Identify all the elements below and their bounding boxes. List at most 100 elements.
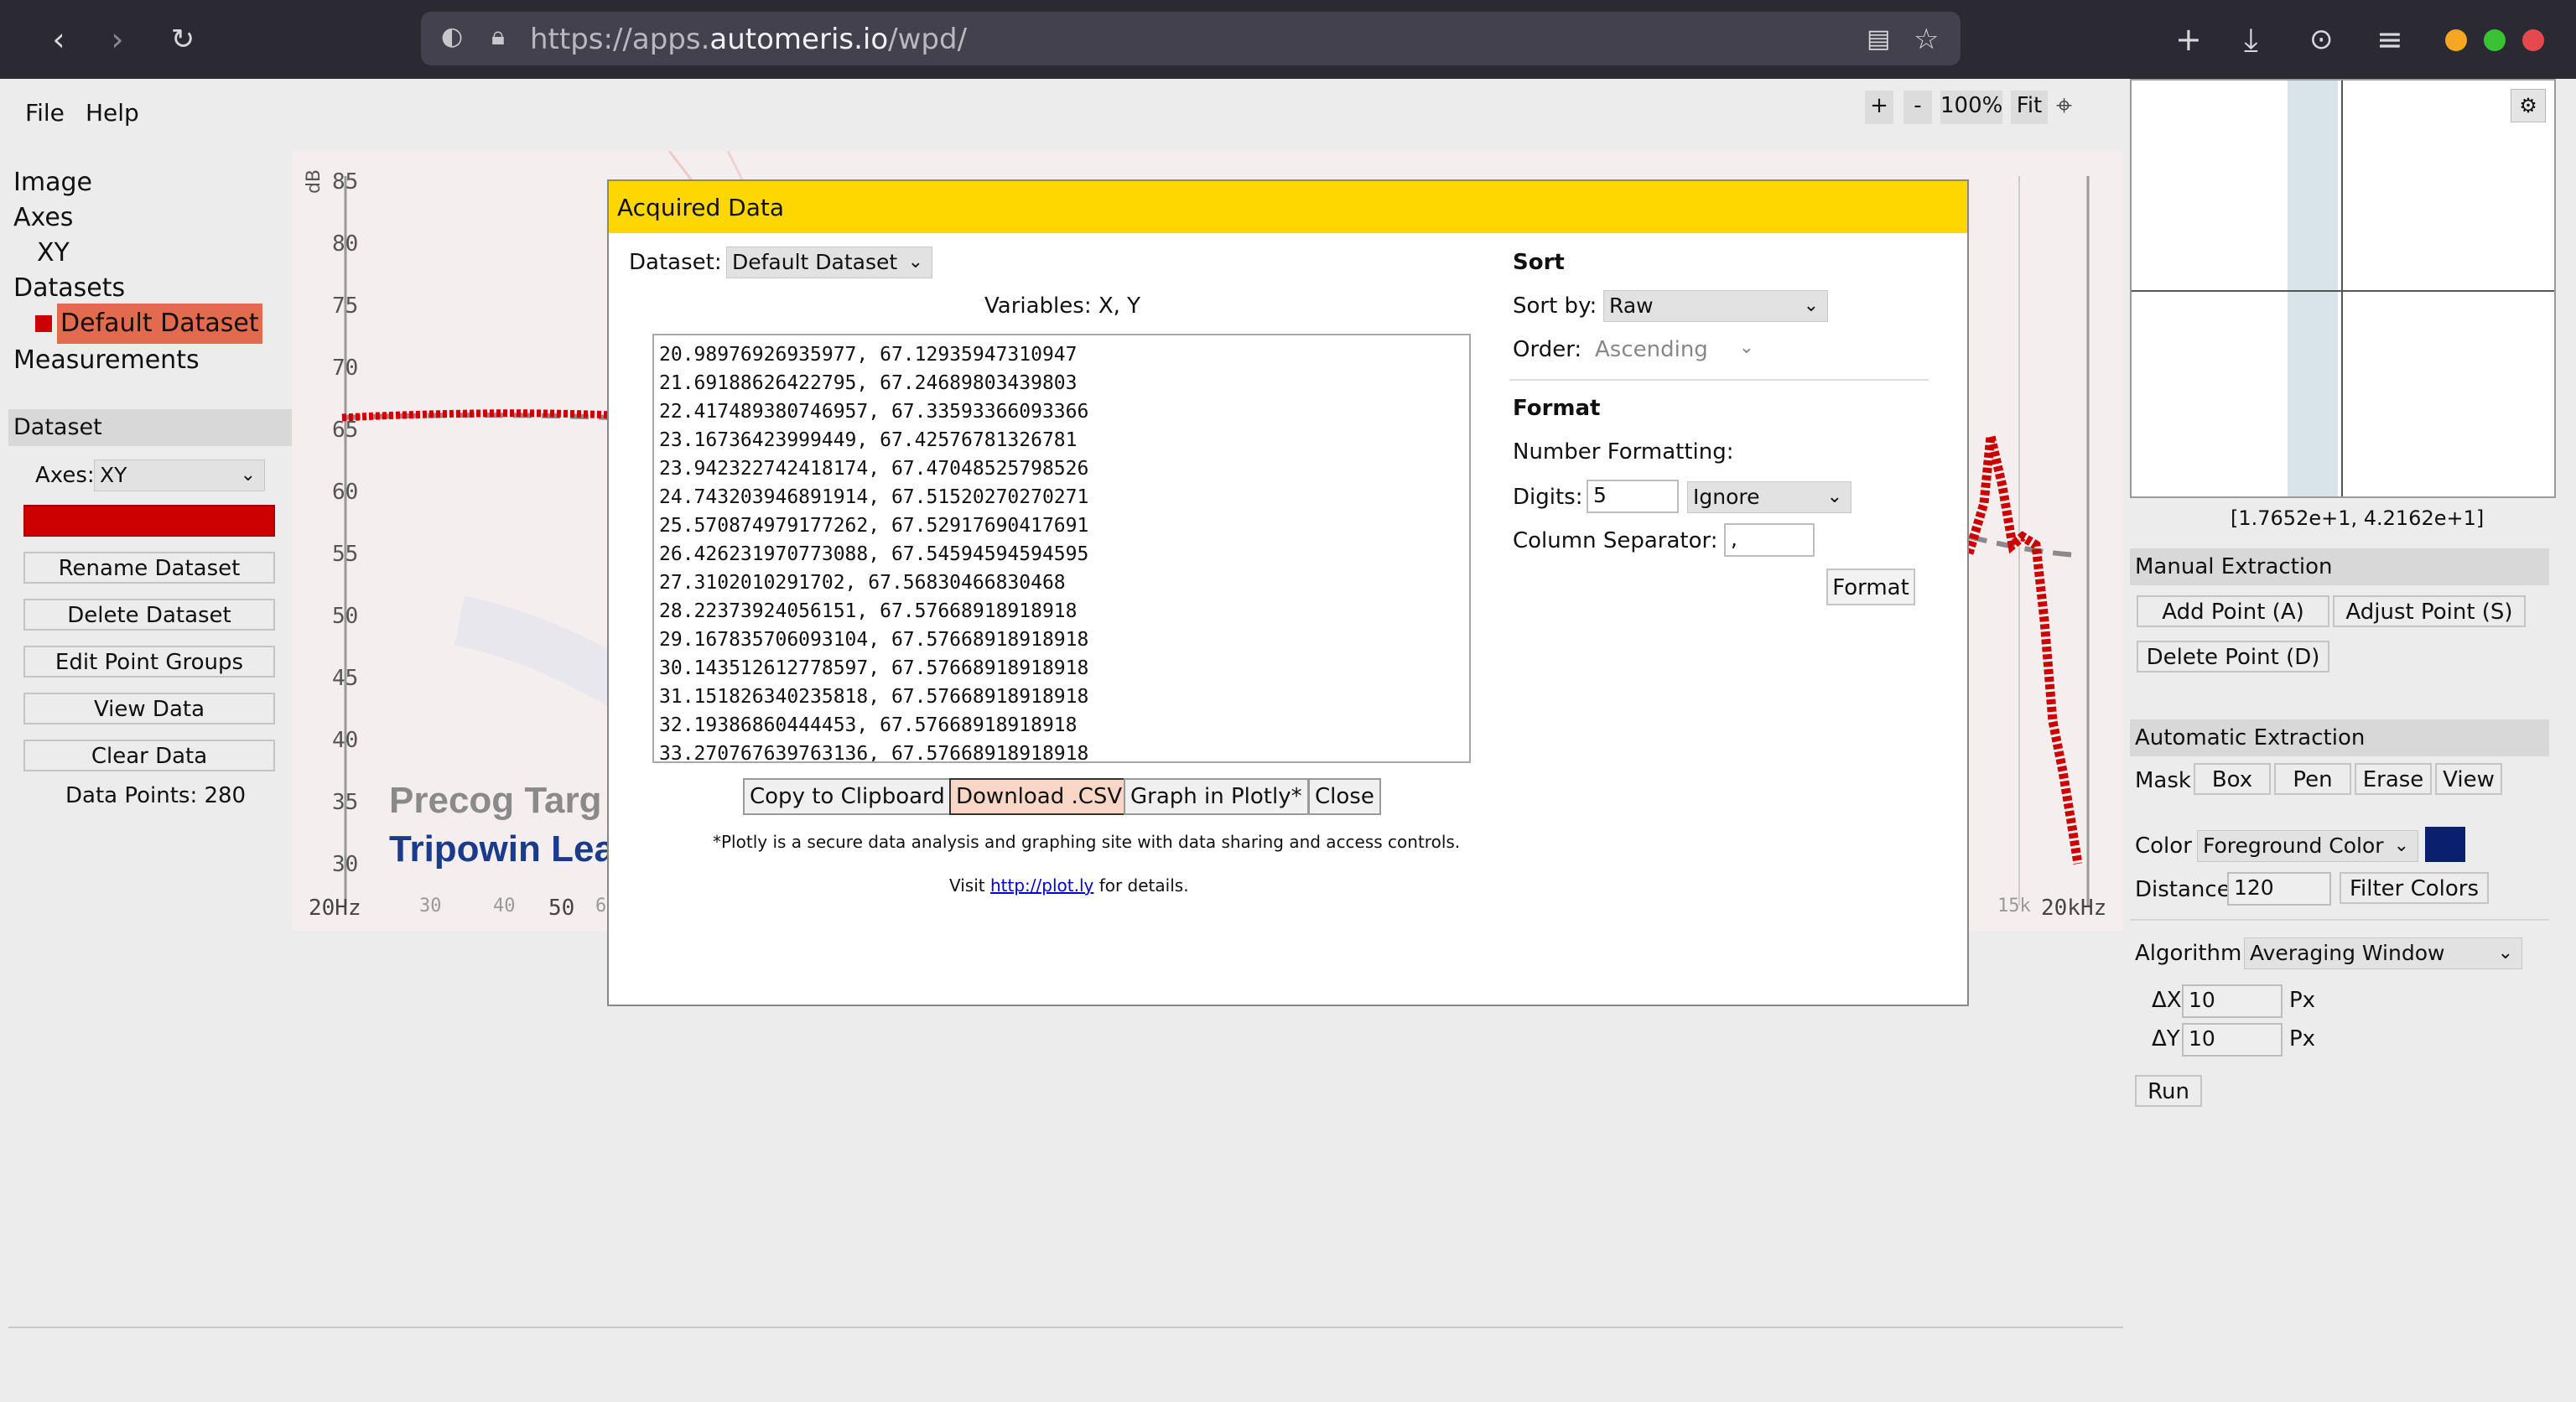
algorithm-select[interactable]: Averaging Window ⌄: [2244, 937, 2522, 969]
x-tick: 15k: [1997, 896, 2031, 916]
mask-pen-button[interactable]: Pen: [2274, 763, 2351, 795]
shield-icon[interactable]: ◐: [441, 22, 463, 51]
clear-data-button[interactable]: Clear Data: [23, 740, 275, 771]
foreground-color-swatch[interactable]: [2425, 827, 2465, 862]
digits-mode-select[interactable]: Ignore ⌄: [1687, 481, 1852, 513]
view-data-button[interactable]: View Data: [23, 693, 275, 724]
dy-unit: Px: [2289, 1026, 2316, 1052]
data-row: 24.743203946891914, 67.51520270270271: [659, 486, 1089, 508]
dataset-select[interactable]: Default Dataset ⌄: [726, 247, 932, 278]
y-tick: 70: [332, 356, 359, 381]
back-icon[interactable]: ‹: [34, 0, 84, 79]
tree-image[interactable]: Image: [13, 168, 92, 197]
zoom-level[interactable]: 100%: [1940, 91, 2002, 124]
run-button[interactable]: Run: [2135, 1075, 2202, 1107]
algorithm-label: Algorithm: [2135, 941, 2242, 966]
y-tick: 80: [332, 231, 359, 257]
crosshair-vertical: [2341, 80, 2343, 496]
reload-icon[interactable]: ↻: [158, 0, 208, 79]
copy-to-clipboard-button[interactable]: Copy to Clipboard: [743, 778, 952, 815]
delete-dataset-button[interactable]: Delete Dataset: [23, 599, 275, 631]
data-points-count: Data Points: 280: [65, 783, 247, 808]
y-tick: 45: [332, 666, 359, 691]
minimize-icon[interactable]: [2445, 29, 2467, 51]
lock-icon[interactable]: 🔒︎: [491, 22, 505, 51]
data-textarea[interactable]: 20.98976926935977, 67.12935947310947 21.…: [652, 334, 1471, 763]
legend-precog: Precog Targ: [389, 780, 602, 821]
x-tick: 6: [595, 896, 607, 916]
dataset-panel-header: Dataset: [8, 409, 295, 446]
y-tick: 50: [332, 604, 359, 629]
download-csv-button[interactable]: Download .CSV: [949, 778, 1130, 815]
order-select[interactable]: Ascending ⌄: [1595, 337, 1754, 362]
mask-label: Mask: [2135, 768, 2191, 793]
tree-measurements[interactable]: Measurements: [13, 345, 200, 375]
new-tab-icon[interactable]: +: [2175, 18, 2202, 60]
menu-help[interactable]: Help: [86, 99, 139, 127]
data-row: 29.167835706093104, 67.57668918918918: [659, 629, 1089, 651]
fit-button[interactable]: Fit: [2011, 91, 2048, 124]
tree-axes-xy[interactable]: XY: [37, 238, 70, 267]
variables-label: Variables: X, Y: [984, 293, 1141, 319]
column-separator-input[interactable]: ,: [1724, 523, 1815, 557]
dx-input[interactable]: 10: [2182, 984, 2283, 1018]
data-row: 23.942322742418174, 67.47048525798526: [659, 458, 1089, 480]
close-window-icon[interactable]: [2522, 29, 2544, 51]
delete-point-button[interactable]: Delete Point (D): [2137, 641, 2329, 672]
digits-input[interactable]: 5: [1587, 480, 1679, 513]
data-row: 21.69188626422795, 67.24689803439803: [659, 372, 1078, 394]
edit-point-groups-button[interactable]: Edit Point Groups: [23, 646, 275, 678]
tree-datasets[interactable]: Datasets: [13, 273, 125, 303]
plotly-link[interactable]: http://plot.ly: [990, 875, 1093, 896]
graph-in-plotly-button[interactable]: Graph in Plotly*: [1124, 778, 1309, 815]
distance-input[interactable]: 120: [2227, 872, 2331, 906]
zoom-preview: ⚙: [2130, 79, 2556, 498]
forward-icon[interactable]: ›: [92, 0, 143, 79]
zoom-in-button[interactable]: +: [1865, 91, 1893, 124]
maximize-icon[interactable]: [2484, 29, 2506, 51]
mask-erase-button[interactable]: Erase: [2355, 763, 2432, 795]
sort-by-select[interactable]: Raw ⌄: [1603, 290, 1828, 322]
chevron-down-icon: ⌄: [1826, 486, 1842, 507]
sort-header: Sort: [1513, 250, 1565, 275]
sort-divider: [1509, 379, 1929, 381]
chevron-down-icon: ⌄: [240, 465, 256, 486]
x-tick: 20Hz: [309, 896, 361, 921]
tree-default-dataset[interactable]: Default Dataset: [57, 304, 262, 344]
extensions-icon[interactable]: ⊙: [2309, 18, 2334, 60]
menu-icon[interactable]: ≡: [2376, 18, 2403, 60]
y-tick: 65: [332, 418, 359, 443]
reader-view-icon[interactable]: ▤: [1867, 18, 1890, 60]
display-color-button[interactable]: Display Color: [23, 505, 275, 537]
dy-label: ΔY: [2152, 1026, 2180, 1052]
menu-file[interactable]: File: [25, 99, 65, 127]
visit-suffix: for details.: [1098, 875, 1189, 896]
filter-colors-button[interactable]: Filter Colors: [2340, 872, 2489, 904]
bookmark-star-icon[interactable]: ☆: [1914, 18, 1939, 60]
axes-select[interactable]: XY ⌄: [94, 460, 265, 491]
dy-input[interactable]: 10: [2182, 1023, 2283, 1057]
crosshair-icon[interactable]: ⌖: [2056, 89, 2072, 122]
auto-divider: [2130, 919, 2549, 921]
zoom-preview-image: [2288, 80, 2338, 496]
data-row: 22.417489380746957, 67.33593366093366: [659, 401, 1089, 423]
axes-label: Axes:: [35, 463, 95, 488]
format-button[interactable]: Format: [1826, 569, 1915, 605]
mask-view-button[interactable]: View: [2435, 763, 2502, 795]
adjust-point-button[interactable]: Adjust Point (S): [2333, 595, 2526, 627]
add-point-button[interactable]: Add Point (A): [2137, 595, 2329, 627]
data-row: 33.270767639763136, 67.57668918918918: [659, 743, 1089, 763]
data-row: 20.98976926935977, 67.12935947310947: [659, 344, 1078, 366]
zoom-out-button[interactable]: -: [1903, 91, 1932, 124]
dx-label: ΔX: [2152, 988, 2182, 1013]
url-text[interactable]: https://apps.automeris.io/wpd/: [530, 18, 967, 60]
close-button[interactable]: Close: [1308, 778, 1381, 815]
color-select[interactable]: Foreground Color ⌄: [2197, 830, 2418, 862]
data-row: 30.143512612778597, 67.57668918918918: [659, 657, 1089, 679]
tree-axes[interactable]: Axes: [13, 203, 73, 232]
rename-dataset-button[interactable]: Rename Dataset: [23, 552, 275, 584]
download-icon[interactable]: ⤓: [2244, 18, 2258, 60]
gear-icon[interactable]: ⚙: [2511, 89, 2546, 122]
acquired-data-dialog: Acquired Data Dataset: Default Dataset ⌄ …: [607, 179, 1969, 1006]
mask-box-button[interactable]: Box: [2194, 763, 2271, 795]
